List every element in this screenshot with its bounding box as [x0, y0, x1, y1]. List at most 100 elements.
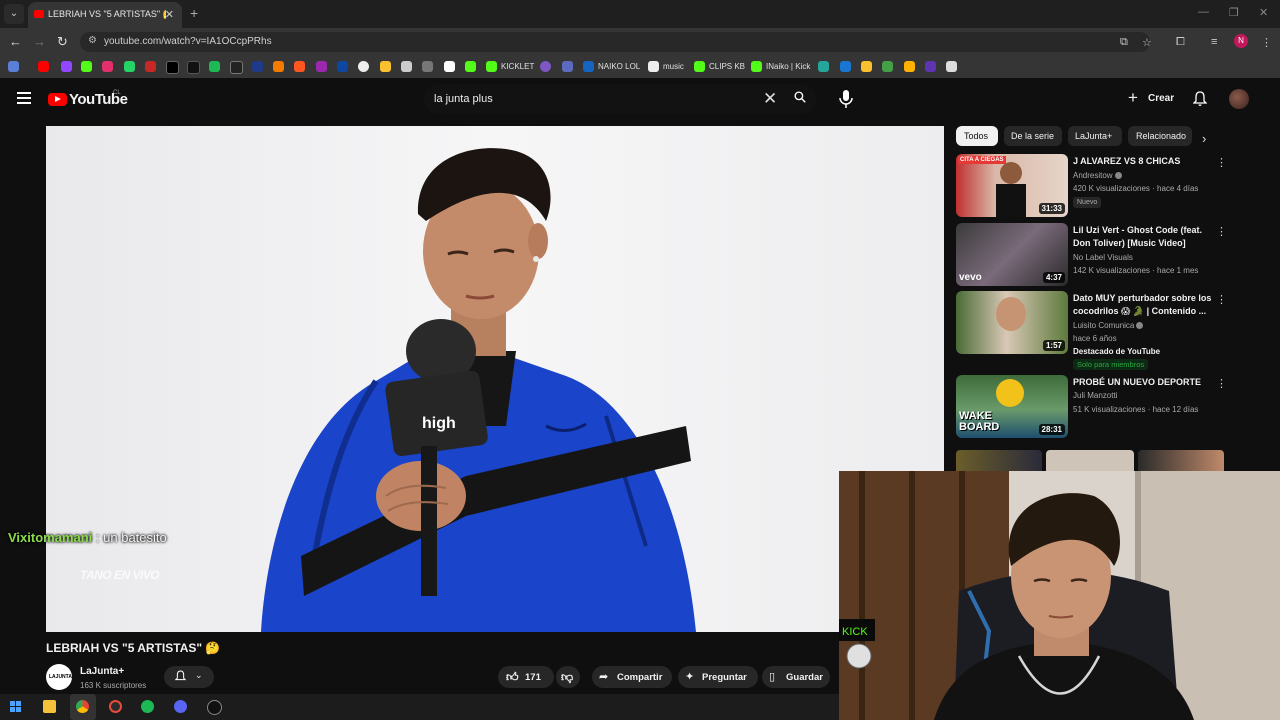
bookmark-icon[interactable] [562, 61, 573, 72]
whatsapp-bookmark-icon[interactable] [124, 61, 135, 72]
recommendation-thumbnail[interactable] [1138, 450, 1224, 471]
like-button[interactable]: 👍︎ 171 [498, 666, 554, 688]
bookmark-icon[interactable] [145, 61, 156, 72]
more-options-icon[interactable]: ⋮ [1216, 293, 1227, 306]
naiko-lol-icon[interactable] [583, 61, 594, 72]
bookmark-clips-kb[interactable]: CLIPS KB [709, 62, 745, 71]
address-bar[interactable]: ⚙ youtube.com/watch?v=IA1OCcpPRhs ⧉ ☆ [80, 32, 1152, 52]
bookmark-icon[interactable] [422, 61, 433, 72]
new-tab-button[interactable]: + [190, 5, 198, 21]
chip-relacionado[interactable]: Relacionado [1128, 126, 1192, 146]
search-input[interactable]: la junta plus [434, 93, 493, 105]
more-options-icon[interactable]: ⋮ [1216, 377, 1227, 390]
recommendation-thumbnail[interactable]: WAKE BOARD 28:31 [956, 375, 1068, 438]
ask-button[interactable]: ✦ Preguntar [678, 666, 758, 688]
twitch-bookmark-icon[interactable] [61, 61, 72, 72]
bookmark-icon[interactable] [540, 61, 551, 72]
extensions-icon[interactable]: ⧠ [1176, 36, 1185, 49]
bookmark-naiko-kick[interactable]: INaiko | Kick [766, 62, 810, 71]
minimize-button[interactable]: — [1198, 6, 1209, 18]
bookmark-icon[interactable] [444, 61, 455, 72]
bookmark-icon[interactable] [316, 61, 327, 72]
menu-icon[interactable] [17, 92, 31, 107]
bookmark-icon[interactable] [273, 61, 284, 72]
channel-name[interactable]: LaJunta+ [80, 666, 124, 677]
recommendation-channel[interactable]: No Label Visuals [1073, 253, 1133, 262]
bookmark-kicklet[interactable]: KICKLET [501, 62, 534, 71]
youtube-logo-icon[interactable] [48, 93, 67, 106]
window-close-button[interactable]: ✕ [1259, 6, 1268, 19]
bookmark-icon[interactable] [904, 61, 915, 72]
recommendation-title[interactable]: J ALVAREZ VS 8 CHICAS [1073, 155, 1213, 168]
chevron-right-icon[interactable]: › [1202, 131, 1206, 146]
tab-close-icon[interactable]: ✕ [165, 8, 174, 21]
install-app-icon[interactable]: ⧉ [1120, 36, 1128, 49]
video-player[interactable]: high [46, 126, 944, 632]
bookmark-icon[interactable] [230, 61, 243, 74]
app-icon[interactable] [207, 700, 222, 715]
subscription-bell-button[interactable]: ⌄ [164, 666, 214, 688]
kick-bookmark-icon[interactable] [465, 61, 476, 72]
create-button[interactable]: + Crear [1124, 88, 1178, 110]
bookmark-naiko-lol[interactable]: NAIKO LOL [598, 62, 640, 71]
clear-search-icon[interactable]: ✕ [763, 89, 777, 109]
recommendation-thumbnail[interactable]: 1:57 [956, 291, 1068, 354]
recommendation-thumbnail[interactable]: vevo 4:37 [956, 223, 1068, 286]
youtube-bookmark-icon[interactable] [38, 61, 49, 72]
recommendation-title[interactable]: Dato MUY perturbador sobre los cocodrilo… [1073, 292, 1213, 318]
dislike-button[interactable]: 👎︎ [556, 666, 580, 688]
bookmark-icon[interactable] [358, 61, 369, 72]
bookmark-icon[interactable] [380, 61, 391, 72]
browser-menu-icon[interactable]: ⋮ [1261, 36, 1272, 49]
notifications-bell-icon[interactable] [1193, 91, 1207, 107]
reload-button[interactable]: ↻ [57, 34, 68, 50]
media-controls-icon[interactable]: ≡ [1211, 36, 1217, 48]
bookmark-icon[interactable] [925, 61, 936, 72]
discord-icon[interactable] [174, 700, 187, 713]
back-button[interactable]: ← [9, 34, 22, 49]
tiktok-bookmark-icon[interactable] [187, 61, 200, 74]
clips-kb-icon[interactable] [694, 61, 705, 72]
bookmark-icon[interactable] [294, 61, 305, 72]
share-button[interactable]: ➦ Compartir [592, 666, 672, 688]
kick-bookmark-icon[interactable] [81, 61, 92, 72]
chip-lajunta[interactable]: LaJunta+ [1068, 126, 1122, 146]
apps-icon[interactable] [8, 61, 19, 72]
spotify-bookmark-icon[interactable] [209, 61, 220, 72]
bookmark-icon[interactable] [401, 61, 412, 72]
bookmark-music[interactable]: music [663, 62, 684, 71]
recommendation-title[interactable]: Lil Uzi Vert - Ghost Code (feat. Don Tol… [1073, 224, 1213, 250]
bookmark-icon[interactable] [818, 61, 829, 72]
bookmark-icon[interactable] [840, 61, 851, 72]
kicklet-icon[interactable] [486, 61, 497, 72]
channel-avatar[interactable]: LAJUNTA [46, 664, 72, 690]
tab-search-button[interactable]: ⌄ [4, 4, 24, 24]
browser-tab[interactable]: LEBRIAH VS "5 ARTISTAS" 🤔 ✕ [28, 2, 182, 28]
maximize-button[interactable]: ❐ [1229, 6, 1239, 19]
chip-todos[interactable]: Todos [956, 126, 998, 146]
windows-start-icon[interactable] [10, 701, 21, 712]
bookmark-icon[interactable] [861, 61, 872, 72]
instagram-bookmark-icon[interactable] [102, 61, 113, 72]
bookmark-icon[interactable] [337, 61, 348, 72]
profile-avatar[interactable]: N [1234, 34, 1248, 48]
recommendation-channel[interactable]: Luisito Comunica [1073, 321, 1144, 330]
account-avatar[interactable] [1229, 89, 1249, 109]
search-box[interactable]: la junta plus ✕ [424, 84, 816, 114]
x-bookmark-icon[interactable] [166, 61, 179, 74]
recommendation-thumbnail[interactable] [1046, 450, 1134, 471]
recommendation-thumbnail[interactable] [956, 450, 1042, 471]
recommendation-thumbnail[interactable]: CITA A CIEGAS 31:33 [956, 154, 1068, 217]
bookmark-icon[interactable] [252, 61, 263, 72]
bookmark-icon[interactable] [946, 61, 957, 72]
recommendation-channel[interactable]: Juli Manzotti [1073, 391, 1117, 400]
save-button[interactable]: ▯ Guardar [762, 666, 830, 688]
spotify-icon[interactable] [141, 700, 154, 713]
naiko-kick-icon[interactable] [751, 61, 762, 72]
chrome-icon[interactable] [76, 700, 89, 713]
bookmark-star-icon[interactable]: ☆ [1142, 36, 1152, 49]
voice-search-icon[interactable] [838, 89, 854, 109]
more-options-icon[interactable]: ⋮ [1216, 156, 1227, 169]
chip-de-la-serie[interactable]: De la serie [1004, 126, 1062, 146]
obs-icon[interactable] [109, 700, 122, 713]
